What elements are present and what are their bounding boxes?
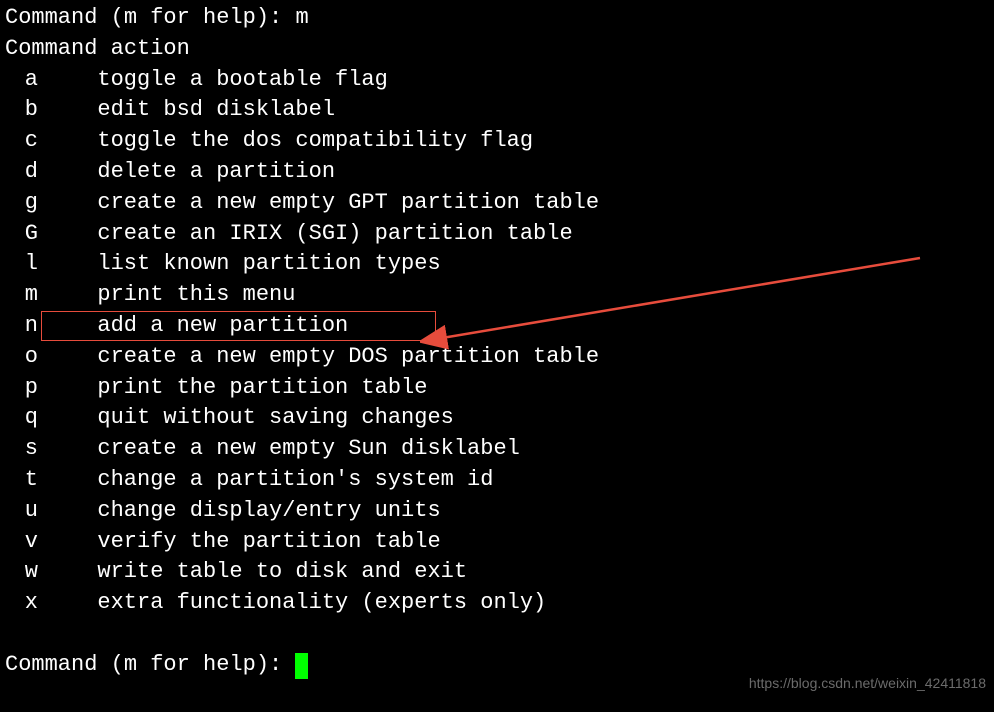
menu-gap — [58, 465, 98, 496]
menu-key: t — [5, 465, 58, 496]
menu-key: g — [5, 188, 58, 219]
menu-gap — [58, 557, 98, 588]
menu-key: b — [5, 95, 58, 126]
menu-gap — [58, 342, 98, 373]
menu-key: v — [5, 527, 58, 558]
menu-gap — [58, 311, 98, 342]
menu-item-n: n add a new partition — [5, 311, 989, 342]
menu-gap — [58, 95, 98, 126]
menu-key: n — [5, 311, 58, 342]
menu-description: add a new partition — [97, 311, 348, 342]
command-action-header: Command action — [5, 34, 989, 65]
menu-item-t: t change a partition's system id — [5, 465, 989, 496]
menu-description: create a new empty DOS partition table — [97, 342, 599, 373]
menu-item-x: x extra functionality (experts only) — [5, 588, 989, 619]
blank-line — [5, 619, 989, 650]
menu-key: p — [5, 373, 58, 404]
menu-description: change display/entry units — [97, 496, 440, 527]
menu-description: toggle the dos compatibility flag — [97, 126, 533, 157]
command-prompt-input: Command (m for help): m — [5, 3, 989, 34]
menu-item-s: s create a new empty Sun disklabel — [5, 434, 989, 465]
menu-key: d — [5, 157, 58, 188]
menu-item-c: c toggle the dos compatibility flag — [5, 126, 989, 157]
menu-description: write table to disk and exit — [97, 557, 467, 588]
menu-gap — [58, 65, 98, 96]
menu-key: c — [5, 126, 58, 157]
menu-description: change a partition's system id — [97, 465, 493, 496]
menu-gap — [58, 219, 98, 250]
menu-gap — [58, 588, 98, 619]
menu-item-q: q quit without saving changes — [5, 403, 989, 434]
menu-item-d: d delete a partition — [5, 157, 989, 188]
menu-gap — [58, 249, 98, 280]
menu-gap — [58, 403, 98, 434]
menu-item-u: u change display/entry units — [5, 496, 989, 527]
menu-description: create a new empty GPT partition table — [97, 188, 599, 219]
watermark-url: https://blog.csdn.net/weixin_42411818 — [749, 674, 986, 694]
menu-gap — [58, 157, 98, 188]
menu-key: s — [5, 434, 58, 465]
cursor — [295, 653, 308, 679]
menu-item-o: o create a new empty DOS partition table — [5, 342, 989, 373]
menu-description: delete a partition — [97, 157, 335, 188]
menu-description: edit bsd disklabel — [97, 95, 335, 126]
menu-gap — [58, 280, 98, 311]
menu-item-p: p print the partition table — [5, 373, 989, 404]
menu-gap — [58, 496, 98, 527]
menu-gap — [58, 188, 98, 219]
menu-item-G: G create an IRIX (SGI) partition table — [5, 219, 989, 250]
menu-item-v: v verify the partition table — [5, 527, 989, 558]
menu-key: m — [5, 280, 58, 311]
menu-item-w: w write table to disk and exit — [5, 557, 989, 588]
fdisk-menu: a toggle a bootable flagb edit bsd diskl… — [5, 65, 989, 619]
menu-item-b: b edit bsd disklabel — [5, 95, 989, 126]
menu-key: x — [5, 588, 58, 619]
menu-item-a: a toggle a bootable flag — [5, 65, 989, 96]
menu-key: G — [5, 219, 58, 250]
menu-item-l: l list known partition types — [5, 249, 989, 280]
menu-gap — [58, 126, 98, 157]
menu-description: quit without saving changes — [97, 403, 453, 434]
prompt-text: Command (m for help): — [5, 652, 295, 677]
menu-description: create a new empty Sun disklabel — [97, 434, 519, 465]
menu-key: o — [5, 342, 58, 373]
menu-key: w — [5, 557, 58, 588]
menu-description: create an IRIX (SGI) partition table — [97, 219, 572, 250]
menu-description: print the partition table — [97, 373, 427, 404]
menu-gap — [58, 373, 98, 404]
menu-description: list known partition types — [97, 249, 440, 280]
menu-key: a — [5, 65, 58, 96]
menu-description: print this menu — [97, 280, 295, 311]
menu-gap — [58, 527, 98, 558]
menu-key: l — [5, 249, 58, 280]
menu-item-m: m print this menu — [5, 280, 989, 311]
menu-description: verify the partition table — [97, 527, 440, 558]
menu-key: q — [5, 403, 58, 434]
menu-description: toggle a bootable flag — [97, 65, 387, 96]
menu-gap — [58, 434, 98, 465]
menu-item-g: g create a new empty GPT partition table — [5, 188, 989, 219]
menu-key: u — [5, 496, 58, 527]
menu-description: extra functionality (experts only) — [97, 588, 546, 619]
